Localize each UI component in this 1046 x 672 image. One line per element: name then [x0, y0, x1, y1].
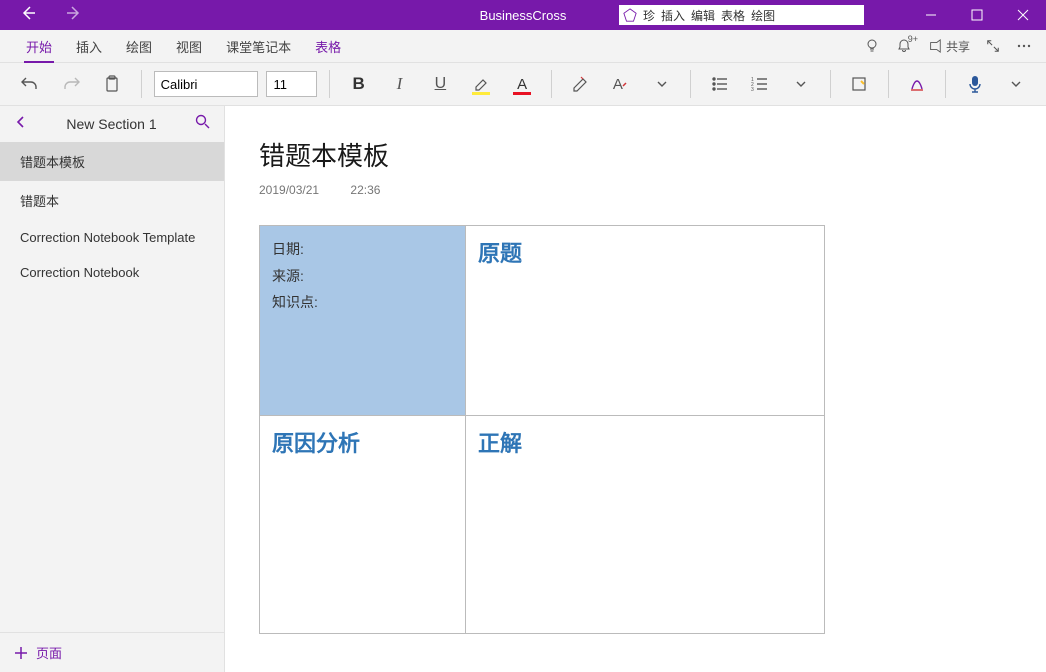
page-date: 2019/03/21	[259, 183, 319, 197]
section-title: New Section 1	[66, 116, 156, 132]
format-painter-button[interactable]: A	[604, 67, 637, 101]
more-button[interactable]	[1016, 38, 1032, 54]
numbered-list-button[interactable]: 123	[744, 67, 777, 101]
table-cell-cause[interactable]: 原因分析	[260, 416, 466, 634]
page-time: 22:36	[350, 183, 380, 197]
note-table[interactable]: 日期: 来源: 知识点: 原题 原因分析 正解	[259, 225, 825, 634]
clipboard-button[interactable]	[96, 67, 129, 101]
fullscreen-button[interactable]	[986, 39, 1000, 53]
font-name-input[interactable]: Calibri	[154, 71, 259, 97]
tell-me-search[interactable]: 珍 插入 编辑 表格 绘图	[619, 5, 864, 25]
close-button[interactable]	[1000, 0, 1046, 30]
lightbulb-icon[interactable]	[864, 38, 880, 54]
page-title[interactable]: 错题本模板	[259, 136, 1012, 173]
dictate-button[interactable]	[958, 67, 991, 101]
notification-count: 9+	[908, 34, 918, 44]
search-icon-label: 珍	[643, 7, 655, 24]
notifications-button[interactable]: 9+	[896, 38, 912, 54]
share-button[interactable]: 共享	[928, 38, 970, 55]
table-cell-meta[interactable]: 日期: 来源: 知识点:	[260, 226, 466, 416]
tag-button[interactable]	[843, 67, 876, 101]
tab-classnotebook[interactable]: 课堂笔记本	[214, 30, 303, 63]
tab-insert[interactable]: 插入	[64, 30, 114, 63]
tab-table[interactable]: 表格	[303, 30, 353, 63]
underline-button[interactable]: U	[424, 67, 457, 101]
search-icon[interactable]	[195, 114, 210, 134]
chevron-down-icon[interactable]	[785, 67, 818, 101]
page-item[interactable]: 错题本	[0, 181, 224, 220]
chevron-down-icon[interactable]	[999, 67, 1032, 101]
window-title: BusinessCross	[480, 8, 567, 23]
font-size-input[interactable]: 11	[266, 71, 317, 97]
page-item[interactable]: 错题本模板	[0, 142, 224, 181]
page-item[interactable]: Correction Notebook	[0, 255, 224, 290]
minimize-button[interactable]	[908, 0, 954, 30]
page-meta: 2019/03/21 22:36	[259, 183, 1012, 197]
highlight-button[interactable]	[465, 67, 498, 101]
bold-button[interactable]: B	[342, 67, 375, 101]
plus-icon	[14, 646, 28, 660]
forward-button[interactable]	[66, 5, 82, 26]
clear-formatting-button[interactable]	[564, 67, 597, 101]
svg-text:3: 3	[751, 87, 754, 93]
font-color-button[interactable]: A	[506, 67, 539, 101]
ink-button[interactable]	[901, 67, 934, 101]
page-item[interactable]: Correction Notebook Template	[0, 220, 224, 255]
chevron-down-icon[interactable]	[645, 67, 678, 101]
tab-view[interactable]: 视图	[164, 30, 214, 63]
table-cell-original[interactable]: 原题	[466, 226, 825, 416]
undo-button[interactable]	[14, 67, 47, 101]
section-back-button[interactable]	[14, 115, 28, 134]
italic-button[interactable]: I	[383, 67, 416, 101]
redo-button[interactable]	[55, 67, 88, 101]
back-button[interactable]	[20, 5, 36, 26]
table-cell-correct[interactable]: 正解	[466, 416, 825, 634]
bullet-list-button[interactable]	[703, 67, 736, 101]
tab-draw[interactable]: 绘图	[114, 30, 164, 63]
maximize-button[interactable]	[954, 0, 1000, 30]
add-page-button[interactable]: 页面	[0, 632, 224, 672]
tab-home[interactable]: 开始	[14, 30, 64, 63]
